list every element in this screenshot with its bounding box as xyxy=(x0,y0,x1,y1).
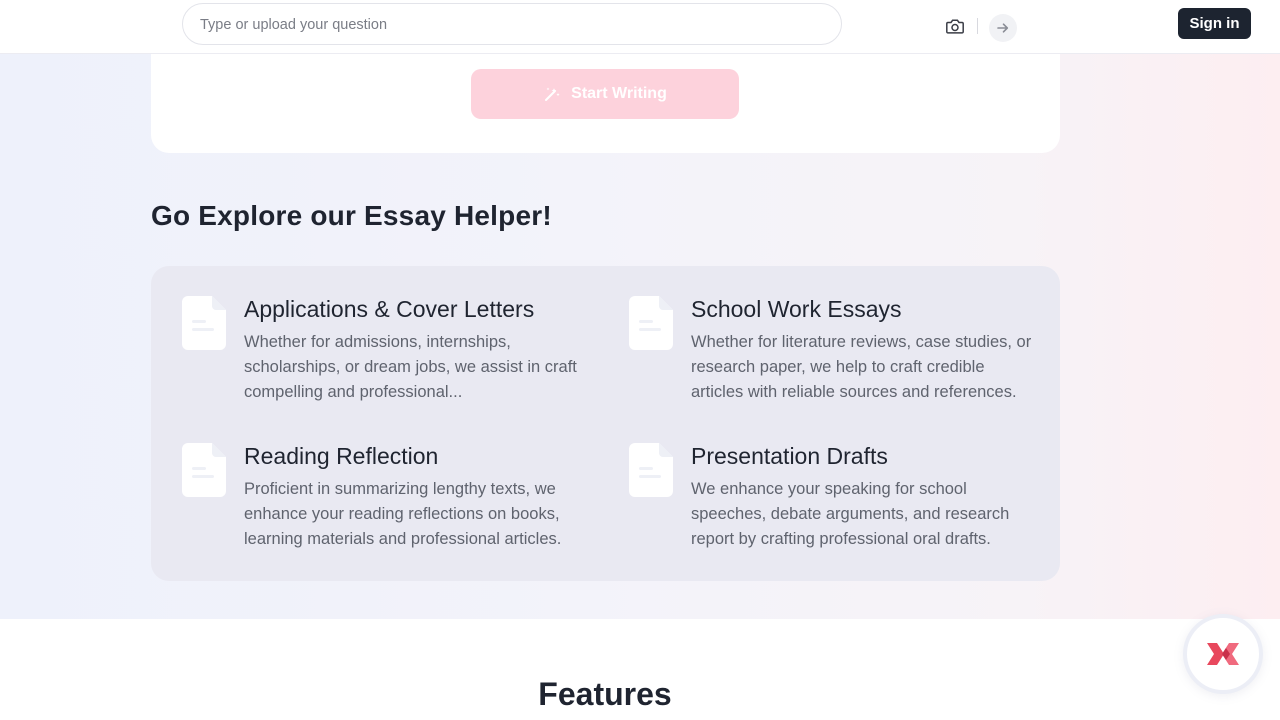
explore-item-description: Whether for admissions, internships, sch… xyxy=(244,333,577,401)
explore-panel: Applications & Cover Letters Whether for… xyxy=(151,266,1060,581)
explore-item-title: Presentation Drafts xyxy=(691,443,888,469)
explore-title: Go Explore our Essay Helper! xyxy=(151,200,552,231)
floating-assistant-button[interactable] xyxy=(1183,614,1263,694)
explore-item-title: Applications & Cover Letters xyxy=(244,296,535,322)
camera-icon[interactable] xyxy=(945,17,965,35)
question-search-bar xyxy=(182,3,1017,45)
search-divider xyxy=(977,18,978,34)
start-writing-label: Start Writing xyxy=(571,85,667,102)
writer-card: Start Writing xyxy=(151,54,1060,153)
arrow-right-icon xyxy=(997,23,1009,33)
sign-in-button[interactable]: Sign in xyxy=(1178,8,1251,39)
explore-item-title: School Work Essays xyxy=(691,296,902,322)
start-writing-button[interactable]: Start Writing xyxy=(471,69,739,119)
explore-item-description: Proficient in summarizing lengthy texts,… xyxy=(244,480,562,548)
document-icon xyxy=(629,296,673,350)
explore-item-description: Whether for literature reviews, case stu… xyxy=(691,333,1032,401)
document-icon xyxy=(629,443,673,497)
question-input[interactable] xyxy=(200,15,740,35)
magic-wand-icon xyxy=(545,87,560,101)
explore-item-title: Reading Reflection xyxy=(244,443,439,469)
document-icon xyxy=(182,443,226,497)
send-question-button[interactable] xyxy=(989,14,1017,42)
document-icon xyxy=(182,296,226,350)
essay-helper-section: Start Writing Go Explore our Essay Helpe… xyxy=(0,54,1280,619)
features-title: Features xyxy=(538,676,672,712)
explore-item-description: We enhance your speaking for school spee… xyxy=(691,480,1010,548)
brand-logo-icon xyxy=(1207,643,1239,665)
top-bar: Sign in xyxy=(0,0,1280,54)
